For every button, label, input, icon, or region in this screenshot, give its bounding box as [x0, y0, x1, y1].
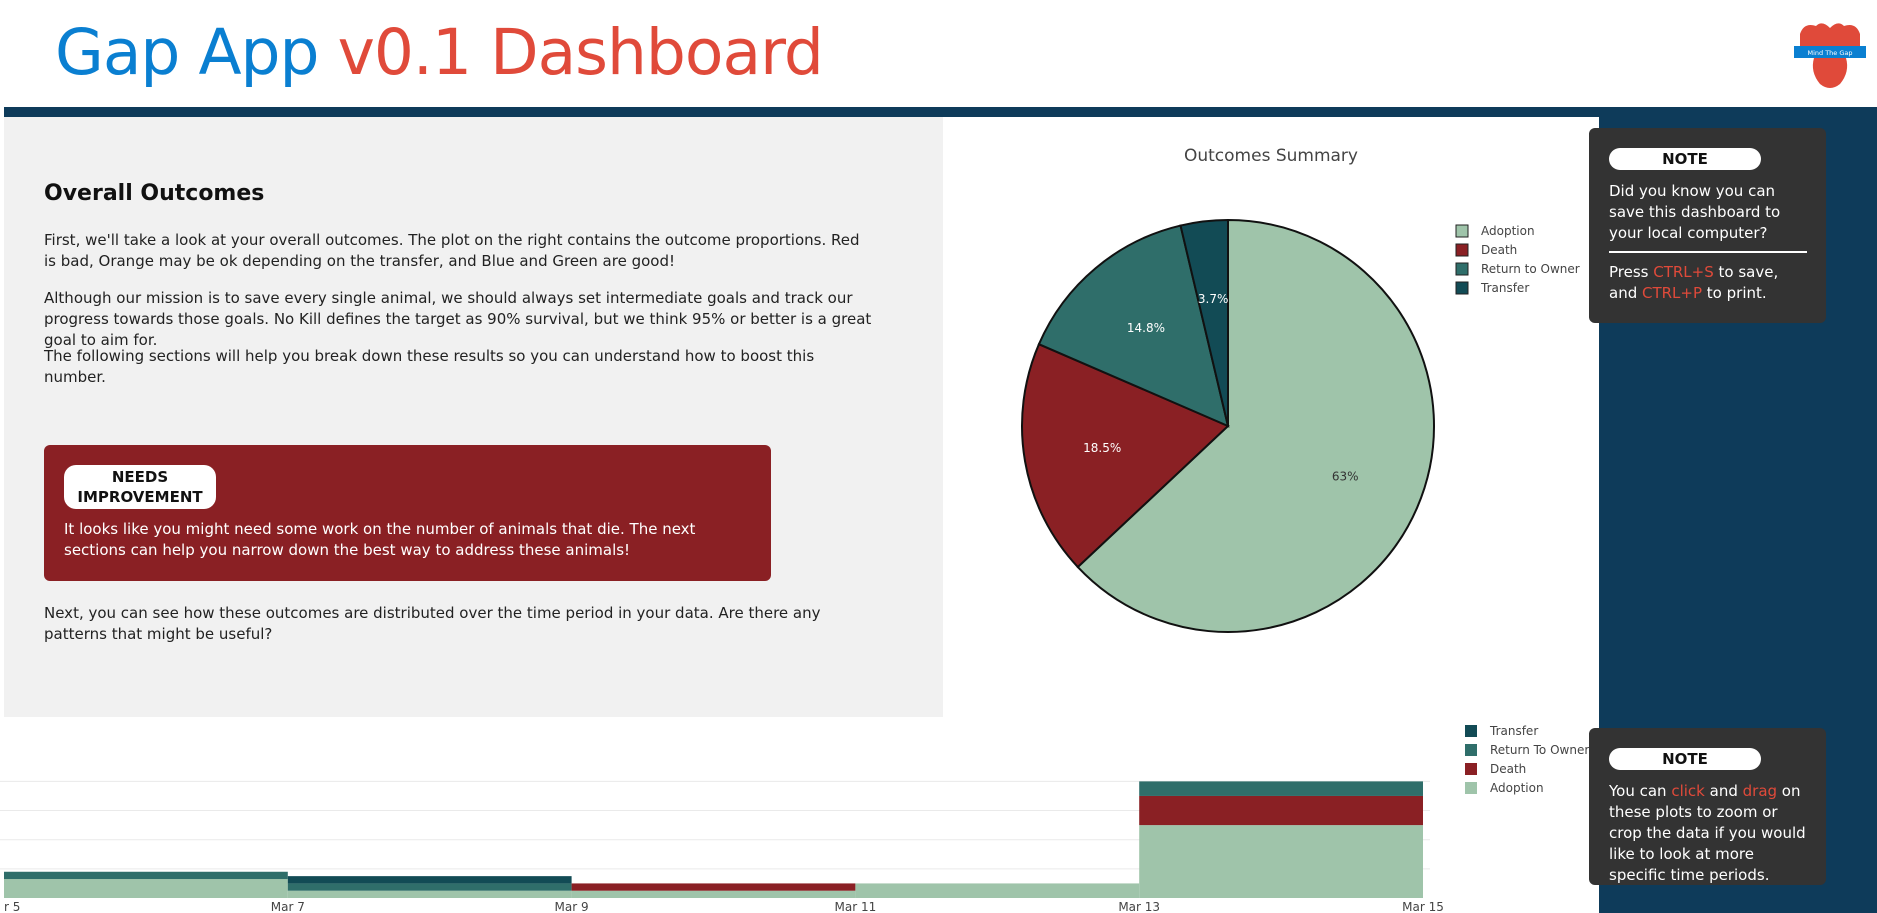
bar-segment-adoption[interactable]	[4, 879, 288, 898]
pie-value-label: 63%	[1332, 470, 1359, 484]
bar-segment-death[interactable]	[571, 883, 856, 891]
bar-legend-swatch-death[interactable]	[1465, 763, 1477, 775]
header: Gap App v0.1 Dashboard Mind The Gap	[0, 0, 1877, 108]
title-version: v0.1 Dashboard	[337, 16, 824, 89]
save-print-note: NOTE Did you know you can save this dash…	[1589, 128, 1826, 323]
note-shortcut-prefix: Press	[1609, 263, 1654, 281]
bar-segment-adoption[interactable]	[855, 883, 1140, 898]
intro-paragraph-1: First, we'll take a look at your overall…	[44, 231, 860, 270]
pie-title: Outcomes Summary	[1184, 146, 1358, 166]
bar-legend-label-return-to-owner[interactable]: Return To Owner	[1490, 743, 1589, 757]
pie-value-label: 3.7%	[1198, 292, 1229, 306]
bar-segment-return-to-owner[interactable]	[1139, 781, 1423, 796]
bar-segment-transfer[interactable]	[287, 876, 572, 884]
bar-legend-swatch-transfer[interactable]	[1465, 725, 1477, 737]
x-tick-label: Mar 9	[555, 900, 589, 913]
intro-paragraph-4: Next, you can see how these outcomes are…	[44, 604, 821, 643]
ctrl-s-shortcut: CTRL+S	[1653, 263, 1714, 281]
bar-legend-label-death[interactable]: Death	[1490, 762, 1526, 776]
x-tick-label: Mar 13	[1118, 900, 1160, 913]
click-word: click	[1671, 782, 1705, 800]
outcomes-pie-chart[interactable]: Outcomes Summary 63% 18.5% 14.8% 3.7% Adoptio…	[943, 117, 1599, 717]
x-tick-label: Mar 11	[835, 900, 877, 913]
note-zoom-text: You can click and drag on these plots to…	[1609, 781, 1809, 886]
needs-improvement-alert: NEEDS IMPROVEMENT It looks like you migh…	[44, 445, 771, 581]
note-badge: NOTE	[1609, 148, 1761, 170]
bar-legend-swatch-return-to-owner[interactable]	[1465, 744, 1477, 756]
alert-badge: NEEDS IMPROVEMENT	[64, 465, 216, 509]
note-zoom-mid: and	[1704, 782, 1743, 800]
note-shortcut-suffix: to print.	[1702, 284, 1767, 302]
bar-segment-adoption[interactable]	[287, 890, 572, 898]
note-save-text: Did you know you can save this dashboard…	[1609, 182, 1781, 242]
note-zoom-prefix: You can	[1609, 782, 1672, 800]
outcomes-timeline-chart[interactable]: r 5 Mar 7 Mar 9 Mar 11 Mar 13 Mar 15 Transfer R…	[0, 717, 1599, 913]
note-divider	[1609, 251, 1807, 253]
bar-segment-death[interactable]	[1139, 795, 1423, 826]
bar-legend-swatch-adoption[interactable]	[1465, 782, 1477, 794]
intro-paragraph-3: The following sections will help you bre…	[44, 347, 815, 386]
alert-text: It looks like you might need some work o…	[64, 520, 696, 559]
pie-value-label: 18.5%	[1083, 441, 1121, 455]
ctrl-p-shortcut: CTRL+P	[1642, 284, 1703, 302]
legend-swatch-transfer[interactable]	[1455, 281, 1469, 295]
overall-outcomes-panel: Overall Outcomes First, we'll take a loo…	[4, 117, 943, 717]
section-heading: Overall Outcomes	[44, 181, 265, 206]
bar-segment-adoption[interactable]	[1139, 825, 1423, 898]
note-shortcut-text: Press CTRL+S to save, and CTRL+P to prin…	[1609, 262, 1809, 304]
legend-swatch-adoption[interactable]	[1455, 224, 1469, 238]
bar-legend-label-transfer[interactable]: Transfer	[1489, 724, 1538, 738]
zoom-crop-note: NOTE You can click and drag on these plo…	[1589, 728, 1826, 885]
dashboard-page: Gap App v0.1 Dashboard Mind The Gap Over…	[0, 0, 1877, 913]
legend-swatch-return-to-owner[interactable]	[1455, 262, 1469, 276]
bar-segment-return-to-owner[interactable]	[4, 871, 288, 880]
note-badge: NOTE	[1609, 748, 1761, 770]
intro-paragraph-2: Although our mission is to save every si…	[44, 289, 872, 349]
header-divider	[4, 107, 1877, 117]
pie-value-label: 14.8%	[1127, 321, 1165, 335]
x-tick-label: r 5	[4, 900, 20, 913]
logo-text: Mind The Gap	[1807, 49, 1852, 57]
title-app-name: Gap App	[55, 16, 320, 89]
mind-the-gap-logo: Mind The Gap	[1790, 22, 1870, 92]
legend-label-adoption[interactable]: Adoption	[1481, 224, 1535, 238]
bar-segment-adoption[interactable]	[571, 890, 856, 898]
legend-label-transfer[interactable]: Transfer	[1480, 281, 1529, 295]
drag-word: drag	[1742, 782, 1778, 800]
legend-label-death[interactable]: Death	[1481, 243, 1517, 257]
x-tick-label: Mar 15	[1402, 900, 1444, 913]
legend-swatch-death[interactable]	[1455, 243, 1469, 257]
page-title: Gap App v0.1 Dashboard	[55, 16, 824, 89]
x-tick-label: Mar 7	[271, 900, 305, 913]
bar-legend-label-adoption[interactable]: Adoption	[1490, 781, 1544, 795]
bar-segment-return-to-owner[interactable]	[287, 883, 572, 891]
legend-label-return-to-owner[interactable]: Return to Owner	[1481, 262, 1580, 276]
